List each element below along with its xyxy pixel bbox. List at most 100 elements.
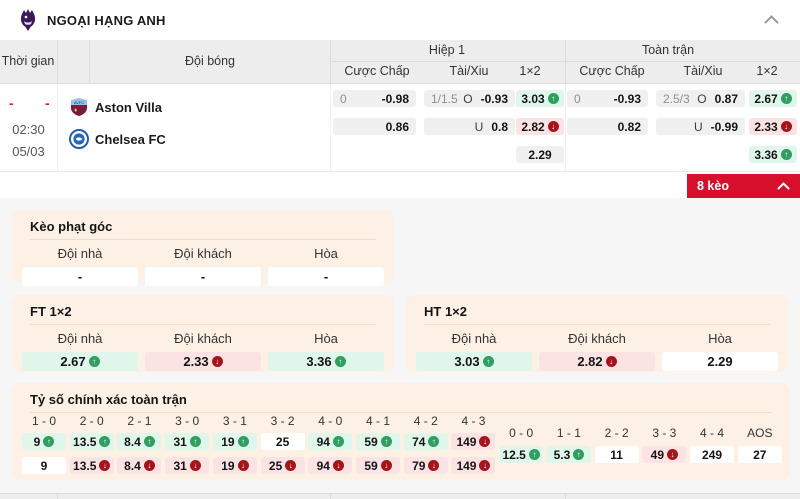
h1-1x2-away[interactable]: 2.82 ↓ — [516, 118, 564, 135]
score-odds[interactable]: 59↓ — [356, 457, 400, 474]
col-1x2-h1: 1×2 — [519, 64, 540, 78]
score-column-draw: 3 - 3 49↓ — [642, 414, 686, 474]
expand-odds-button[interactable]: 8 kèo — [687, 174, 800, 198]
draw-label: Hòa — [268, 331, 384, 346]
draw-label: Hòa — [662, 331, 778, 346]
odds-down-icon: ↓ — [99, 460, 110, 471]
ft-under[interactable]: U -0.99 — [656, 118, 745, 135]
odds-down-icon: ↓ — [479, 460, 490, 471]
score-odds[interactable]: 149↓ — [451, 457, 495, 474]
home-label: Đội nhà — [22, 246, 138, 261]
ht-panel-title: HT 1×2 — [406, 295, 788, 324]
corner-draw-odds: - — [268, 267, 384, 286]
odds-up-icon: ↑ — [381, 436, 392, 447]
odds-down-icon: ↓ — [212, 356, 223, 367]
ft-home-odds[interactable]: 2.67 ↑ — [22, 352, 138, 371]
score-odds[interactable]: 25 — [261, 433, 305, 450]
odds-up-icon: ↑ — [144, 436, 155, 447]
score-column: 3 - 1 19↑ 19↓ — [213, 414, 257, 474]
score-column: 3 - 2 25 25↓ — [261, 414, 305, 474]
premier-league-logo — [18, 8, 38, 32]
chelsea-logo — [69, 129, 89, 149]
score-odds[interactable]: 8.4↑ — [117, 433, 161, 450]
odds-up-icon: ↑ — [89, 356, 100, 367]
match-time: 02:30 — [0, 122, 57, 137]
score-panel-title: Tỷ số chính xác toàn trận — [12, 383, 790, 412]
score-odds[interactable]: 13.5↑ — [70, 433, 114, 450]
score-odds[interactable]: 9↑ — [22, 433, 66, 450]
ht-home-odds[interactable]: 3.03 ↑ — [416, 352, 532, 371]
col-time: Thời gian — [2, 54, 55, 68]
corner-away-odds: - — [145, 267, 261, 286]
score-odds[interactable]: 94↑ — [308, 433, 352, 450]
col-overunder-h1: Tài/Xiu — [450, 64, 489, 78]
h1-1x2-draw[interactable]: 2.29 — [516, 146, 564, 163]
h1-handicap-away[interactable]: 0.86 — [333, 118, 416, 135]
h1-1x2-home[interactable]: 3.03 ↑ — [516, 90, 564, 107]
score-column: 2 - 0 13.5↑ 13.5↓ — [70, 414, 114, 474]
score-odds[interactable]: 12.5↑ — [499, 446, 543, 463]
col-team: Đội bóng — [185, 54, 235, 68]
match-date: 05/03 — [0, 144, 57, 159]
ht-draw-odds[interactable]: 2.29 — [662, 352, 778, 371]
score-column: 4 - 2 74↑ 79↓ — [404, 414, 448, 474]
score-odds[interactable]: 9 — [22, 457, 66, 474]
ht-1x2-panel: HT 1×2 Đội nhà 3.03 ↑ Đội khách 2.82 ↓ H… — [406, 295, 788, 372]
score-odds[interactable]: 13.5↓ — [70, 457, 114, 474]
score-odds[interactable]: 31↑ — [165, 433, 209, 450]
h1-handicap-home[interactable]: 0 -0.98 — [333, 90, 416, 107]
ft-1x2-draw[interactable]: 3.36 ↑ — [749, 146, 797, 163]
score-odds[interactable]: 31↓ — [165, 457, 209, 474]
score-odds[interactable]: 19↑ — [213, 433, 257, 450]
collapse-chevron-up-icon[interactable] — [763, 14, 780, 25]
match-row[interactable]: - - 02:30 05/03 AVFC Aston Villa Chelsea… — [0, 84, 800, 171]
ft-handicap-away[interactable]: 0.82 — [567, 118, 648, 135]
col-handicap-h1: Cược Chấp — [344, 64, 409, 78]
next-table-header-strip — [0, 493, 800, 499]
ft-1x2-away[interactable]: 2.33 ↓ — [749, 118, 797, 135]
score-odds[interactable]: 11 — [595, 446, 639, 463]
corner-panel-title: Kèo phạt góc — [12, 210, 394, 239]
odds-down-icon: ↓ — [548, 121, 559, 132]
ft-away-odds[interactable]: 2.33 ↓ — [145, 352, 261, 371]
ft-handicap-home[interactable]: 0 -0.93 — [567, 90, 648, 107]
score-odds[interactable]: 59↑ — [356, 433, 400, 450]
ft-draw-odds[interactable]: 3.36 ↑ — [268, 352, 384, 371]
ht-away-odds[interactable]: 2.82 ↓ — [539, 352, 655, 371]
league-header[interactable]: NGOẠI HẠNG ANH — [0, 0, 800, 40]
score-odds[interactable]: 19↓ — [213, 457, 257, 474]
score-column-draw: 0 - 0 12.5↑ — [499, 414, 543, 474]
score-column-draw: AOS 27 — [738, 414, 782, 474]
score-odds[interactable]: 5.3↑ — [547, 446, 591, 463]
h1-over[interactable]: 1/1.5 O -0.93 — [424, 90, 515, 107]
odds-up-icon: ↑ — [781, 93, 792, 104]
h1-under[interactable]: U 0.8 — [424, 118, 515, 135]
score-odds[interactable]: 25↓ — [261, 457, 305, 474]
svg-text:AVFC: AVFC — [74, 100, 84, 105]
odds-up-icon: ↑ — [428, 436, 439, 447]
col-1x2-ft: 1×2 — [756, 64, 777, 78]
score-odds[interactable]: 74↑ — [404, 433, 448, 450]
odds-up-icon: ↑ — [483, 356, 494, 367]
away-score: - — [45, 95, 50, 111]
score-odds[interactable]: 249 — [690, 446, 734, 463]
ft-1x2-panel: FT 1×2 Đội nhà 2.67 ↑ Đội khách 2.33 ↓ H… — [12, 295, 394, 372]
odds-up-icon: ↑ — [781, 149, 792, 160]
home-team-name[interactable]: Aston Villa — [95, 100, 162, 115]
score-column-draw: 1 - 1 5.3↑ — [547, 414, 591, 474]
correct-score-panel: Tỷ số chính xác toàn trận 1 - 0 9↑ 9 2 -… — [12, 383, 790, 480]
score-odds[interactable]: 79↓ — [404, 457, 448, 474]
home-label: Đội nhà — [416, 331, 532, 346]
score-column: 4 - 3 149↓ 149↓ — [451, 414, 495, 474]
ft-over[interactable]: 2.5/3 O 0.87 — [656, 90, 745, 107]
away-team-name[interactable]: Chelsea FC — [95, 132, 166, 147]
score-odds[interactable]: 149↓ — [451, 433, 495, 450]
score-odds[interactable]: 94↓ — [308, 457, 352, 474]
odds-down-icon: ↓ — [428, 460, 439, 471]
score-odds[interactable]: 49↓ — [642, 446, 686, 463]
ft-1x2-home[interactable]: 2.67 ↑ — [749, 90, 797, 107]
away-label: Đội khách — [539, 331, 655, 346]
score-odds[interactable]: 8.4↓ — [117, 457, 161, 474]
score-odds[interactable]: 27 — [738, 446, 782, 463]
home-label: Đội nhà — [22, 331, 138, 346]
